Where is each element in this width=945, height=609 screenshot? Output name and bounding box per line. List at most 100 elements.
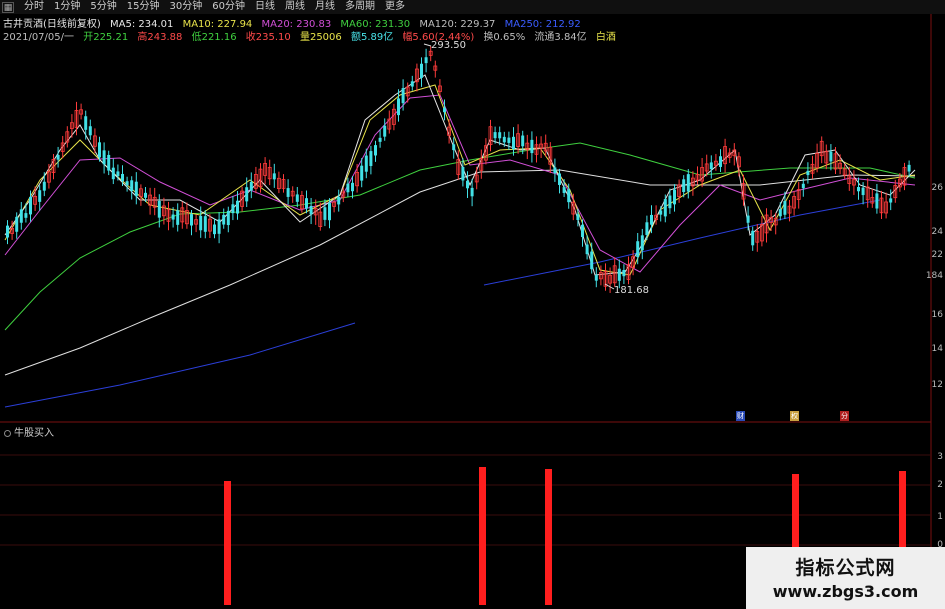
axis-label: 184 — [925, 271, 943, 281]
candle-body — [190, 214, 193, 226]
ma120-line — [4, 169, 916, 376]
candle-body — [686, 174, 690, 192]
candle-body — [562, 187, 566, 193]
candle-body — [226, 210, 230, 226]
kline-chart[interactable] — [0, 0, 945, 609]
candle-body — [443, 107, 446, 113]
candle-body — [668, 195, 672, 209]
candle-body — [498, 132, 502, 139]
candle-body — [424, 57, 428, 64]
candle-body — [521, 135, 525, 147]
settings-circle-icon[interactable] — [4, 429, 11, 437]
candle-body — [107, 154, 111, 171]
candle-body — [875, 193, 879, 209]
candle-body — [502, 136, 506, 143]
candle-body — [157, 200, 161, 218]
candle-body — [673, 189, 676, 205]
axis-label: 2 — [937, 480, 943, 490]
candle-body — [213, 224, 216, 235]
ma250-line — [483, 199, 881, 286]
candle-body — [309, 206, 313, 215]
candle-body — [410, 81, 414, 87]
signal-bar — [545, 469, 552, 605]
candle-body — [383, 125, 387, 137]
candle-body — [466, 180, 469, 189]
indicator-title[interactable]: 牛股买入 — [4, 424, 54, 439]
candle-body — [134, 181, 138, 197]
candle-body — [553, 167, 557, 174]
candle-body — [530, 139, 534, 154]
candle-body — [783, 201, 787, 215]
candle-body — [121, 173, 124, 182]
candle-body — [857, 186, 860, 192]
candle-body — [493, 132, 497, 139]
candle-body — [176, 210, 180, 225]
candle-body — [245, 187, 249, 202]
candle-body — [231, 204, 235, 214]
candle-body — [806, 170, 810, 176]
candle-body — [6, 225, 9, 238]
axis-label: 16 — [931, 310, 943, 320]
candle-body — [236, 200, 239, 214]
candle-body — [558, 173, 561, 185]
event-marker-rights[interactable]: 权 — [790, 411, 799, 421]
axis-label: 1 — [937, 512, 943, 522]
candle-body — [88, 126, 92, 136]
axis-label: 3 — [937, 452, 943, 462]
candle-body — [98, 142, 101, 158]
candle-body — [328, 202, 331, 221]
candle-body — [116, 171, 120, 177]
candle-body — [364, 155, 368, 172]
candle-body — [585, 244, 589, 255]
axis-label: 24 — [931, 227, 943, 237]
candle-body — [617, 268, 621, 281]
candle-body — [420, 63, 423, 78]
candle-body — [203, 216, 207, 232]
candle-body — [907, 164, 911, 172]
candle-body — [111, 167, 115, 180]
candle-body — [84, 116, 88, 130]
candle-body — [378, 137, 382, 142]
candle-body — [171, 214, 175, 220]
candle-body — [650, 214, 653, 225]
candle-body — [576, 214, 580, 220]
candle-body — [144, 192, 147, 198]
candle-body — [199, 215, 203, 231]
price-high-label: 293.50 — [431, 40, 466, 51]
candle-body — [778, 209, 782, 217]
candle-body — [346, 183, 350, 193]
ma250-line — [4, 322, 356, 408]
candle-body — [42, 181, 46, 191]
axis-label: 14 — [931, 344, 943, 354]
price-low-label: 181.68 — [614, 285, 649, 296]
candle-body — [452, 144, 456, 151]
candle-body — [15, 216, 19, 232]
event-marker-finance[interactable]: 财 — [736, 411, 745, 421]
ma5-line — [4, 74, 916, 276]
candle-body — [360, 165, 364, 181]
event-marker-dividend[interactable]: 分 — [840, 411, 849, 421]
candle-body — [507, 137, 511, 143]
candle-body — [512, 136, 515, 150]
candle-body — [29, 197, 32, 215]
candle-body — [640, 235, 644, 251]
candle-body — [19, 209, 23, 223]
watermark-title: 指标公式网 — [795, 557, 896, 579]
axis-label: 12 — [931, 380, 943, 390]
candle-body — [829, 151, 833, 162]
signal-bar — [224, 481, 231, 605]
candle-body — [801, 183, 805, 189]
candle-body — [249, 181, 253, 191]
candle-body — [889, 198, 893, 203]
candle-body — [337, 196, 341, 205]
candle-body — [323, 207, 327, 220]
candle-body — [305, 198, 308, 209]
candle-body — [56, 155, 60, 160]
candle-body — [594, 275, 598, 281]
candle-body — [861, 187, 865, 196]
candle-body — [125, 181, 129, 186]
candle-body — [659, 210, 663, 215]
candle-body — [682, 179, 686, 192]
candle-body — [401, 88, 405, 104]
candle-body — [470, 187, 474, 197]
